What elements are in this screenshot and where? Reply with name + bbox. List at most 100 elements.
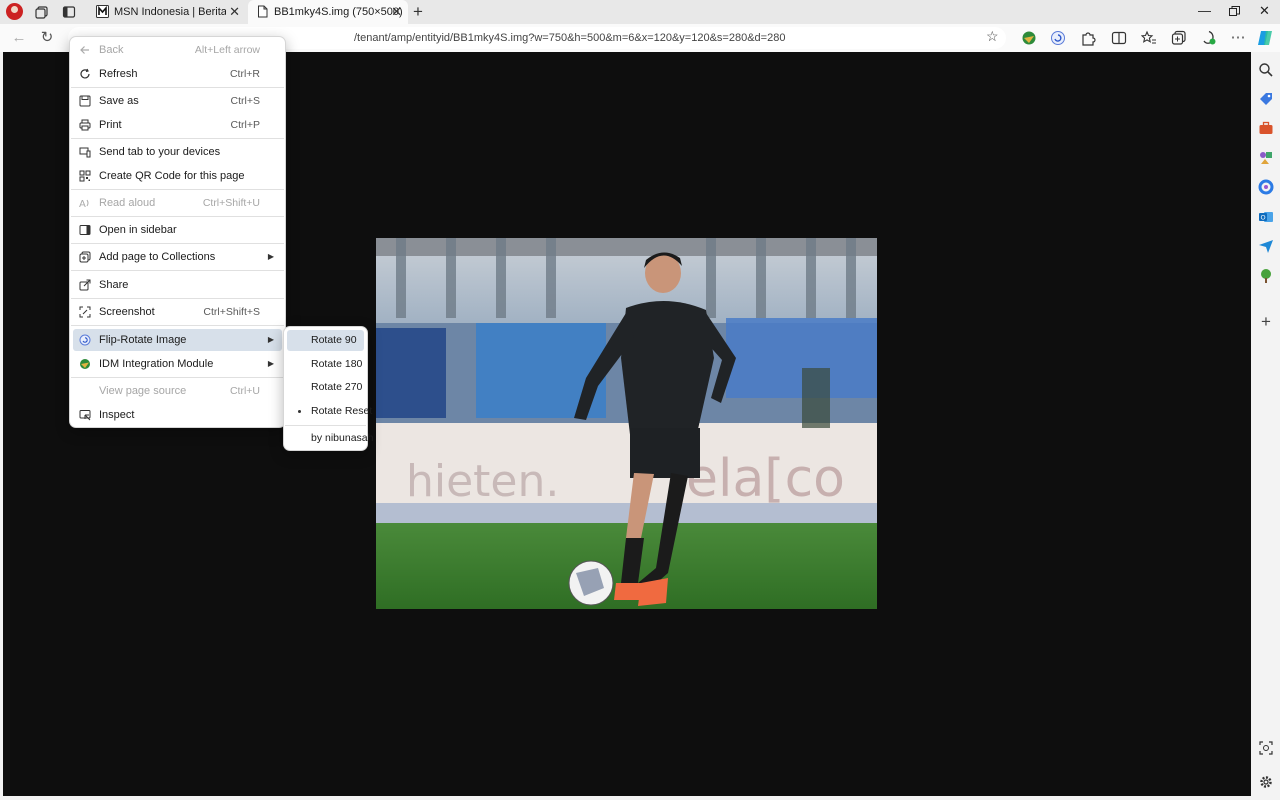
selected-bullet-icon [298,410,301,413]
menu-separator [71,270,284,271]
football-player-photo: hieten. ela[co [376,238,877,609]
svg-text:ela[co: ela[co [686,449,845,509]
sidebar-icon [79,225,91,235]
svg-text:A: A [79,199,86,209]
restore-icon[interactable] [1229,6,1240,17]
submenu-item-label: Rotate Reset [311,405,373,417]
refresh-icon[interactable]: ↻ [38,29,56,47]
tab-actions-icon[interactable] [62,5,76,19]
microsoft-365-icon[interactable] [1258,179,1274,195]
screenshot-capture-icon[interactable] [1258,740,1274,756]
favorite-star-icon[interactable]: ☆ [986,28,999,45]
menu-item-shortcut: Ctrl+U [229,385,260,397]
send-drop-icon[interactable] [1258,238,1274,254]
menu-item-share[interactable]: Share [73,274,282,296]
new-tab-icon[interactable]: + [413,2,423,22]
menu-item-shortcut: Ctrl+S [230,95,260,107]
settings-more-icon[interactable]: ⋯ [1229,29,1247,47]
shopping-tag-icon[interactable] [1258,91,1274,107]
menu-item-save-as[interactable]: Save as Ctrl+S [73,90,282,112]
menu-item-print[interactable]: Print Ctrl+P [73,114,282,136]
submenu-arrow-icon: ▶ [267,335,274,344]
menu-item-label: Refresh [99,68,138,80]
profile-avatar[interactable] [6,3,23,20]
flip-rotate-extension-icon[interactable] [1050,30,1066,46]
save-as-icon [79,95,91,107]
menu-item-label: Share [99,279,129,291]
menu-item-qr-code[interactable]: Create QR Code for this page [73,165,282,187]
search-icon[interactable] [1258,62,1274,78]
submenu-item-label: Rotate 90 [311,334,357,346]
close-tab-icon[interactable]: ✕ [391,0,402,24]
outlook-icon[interactable]: O [1258,209,1274,225]
svg-text:O: O [1260,214,1265,222]
menu-separator [71,138,284,139]
add-sidebar-app-icon[interactable]: + [1258,313,1274,330]
menu-item-label: Send tab to your devices [99,146,221,158]
tree-icon[interactable] [1258,268,1274,284]
inspect-icon [79,410,91,421]
displayed-image[interactable]: hieten. ela[co [376,238,877,609]
menu-item-shortcut: Ctrl+Shift+S [203,306,260,318]
menu-separator [71,189,284,190]
back-icon[interactable]: ← [10,29,28,47]
address-url: /tenant/amp/entityid/BB1mky4S.img?w=750&… [354,32,786,44]
screenshot-icon [79,306,91,318]
idm-extension-icon[interactable] [1021,30,1037,46]
menu-item-label: View page source [99,385,187,397]
msn-favicon-icon [96,5,109,18]
submenu-item-rotate-270[interactable]: Rotate 270 [287,377,364,398]
menu-item-idm-integration[interactable]: IDM Integration Module ▶ [73,353,282,375]
submenu-item-rotate-90[interactable]: Rotate 90 [287,330,364,351]
submenu-item-credits[interactable]: by nibunasah [287,428,373,449]
menu-item-screenshot[interactable]: Screenshot Ctrl+Shift+S [73,301,282,323]
close-window-icon[interactable]: ✕ [1259,3,1270,19]
menu-item-open-in-sidebar[interactable]: Open in sidebar [73,219,282,241]
menu-item-label: Read aloud [99,197,156,209]
menu-separator [71,377,284,378]
menu-item-shortcut: Ctrl+P [230,119,260,131]
context-menu: Back Alt+Left arrow Refresh Ctrl+R Save … [69,36,286,428]
submenu-item-rotate-180[interactable]: Rotate 180 [287,354,364,375]
submenu-arrow-icon: ▶ [267,252,274,261]
send-tab-icon [79,147,91,158]
menu-item-read-aloud[interactable]: A Read aloud Ctrl+Shift+U [73,192,282,214]
games-icon[interactable] [1258,150,1274,166]
menu-item-inspect[interactable]: Inspect [73,404,282,426]
minimize-icon[interactable]: — [1198,3,1211,18]
submenu-separator [285,425,366,426]
menu-item-back[interactable]: Back Alt+Left arrow [73,39,282,61]
menu-item-add-to-collections[interactable]: Add page to Collections ▶ [73,246,282,268]
menu-item-label: IDM Integration Module [99,358,214,370]
menu-separator [71,216,284,217]
menu-item-label: Save as [99,95,139,107]
submenu-item-label: Rotate 180 [311,358,363,370]
page-favicon-icon [258,5,268,18]
collections-icon[interactable] [1171,30,1187,46]
menu-item-view-page-source[interactable]: View page source Ctrl+U [73,380,282,402]
flip-rotate-extension-icon [79,334,91,346]
menu-item-label: Flip-Rotate Image [99,334,187,346]
browser-essentials-icon[interactable] [1201,30,1217,46]
menu-item-flip-rotate-image[interactable]: Flip-Rotate Image ▶ [73,329,282,351]
workspaces-icon[interactable] [35,5,49,19]
tab-msn[interactable]: MSN Indonesia | Berita Terkini H ✕ [88,0,246,24]
menu-item-label: Screenshot [99,306,155,318]
submenu-item-rotate-reset[interactable]: Rotate Reset [287,401,372,422]
menu-item-send-tab[interactable]: Send tab to your devices [73,141,282,163]
submenu-arrow-icon: ▶ [267,359,274,368]
split-screen-icon[interactable] [1111,30,1127,46]
favorites-icon[interactable] [1141,30,1157,46]
close-tab-icon[interactable]: ✕ [229,0,240,24]
menu-item-refresh[interactable]: Refresh Ctrl+R [73,63,282,85]
menu-item-shortcut: Alt+Left arrow [194,44,260,56]
menu-separator [71,298,284,299]
menu-item-shortcut: Ctrl+Shift+U [202,197,260,209]
tab-image[interactable]: BB1mky4S.img (750×500) ✕ [248,0,408,24]
extensions-icon[interactable] [1080,30,1096,46]
menu-item-label: Inspect [99,409,135,421]
flip-rotate-submenu: Rotate 90 Rotate 180 Rotate 270 Rotate R… [283,326,373,451]
copilot-icon[interactable] [1257,29,1275,47]
sidebar-settings-gear-icon[interactable] [1258,774,1274,790]
tools-briefcase-icon[interactable] [1258,120,1274,136]
